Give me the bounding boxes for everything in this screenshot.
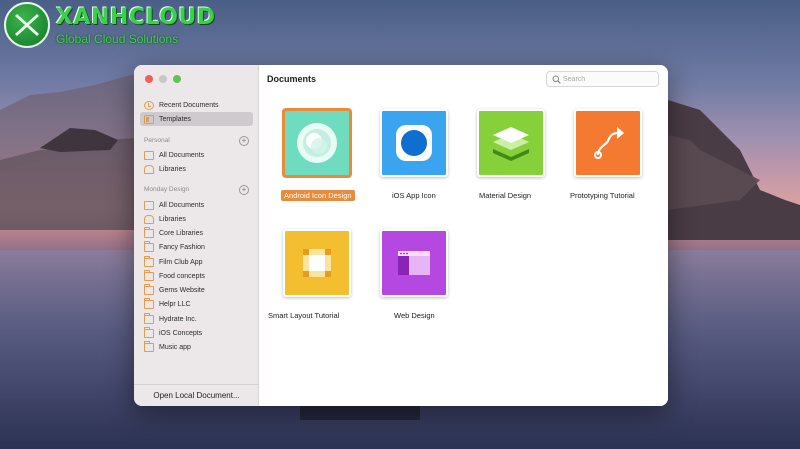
template-label: Material Design [479,191,532,200]
sidebar-item-ios-concepts[interactable]: iOS Concepts [140,326,253,340]
sidebar-item-film-club-app[interactable]: Film Club App [140,255,253,269]
layers-icon [493,127,529,161]
sidebar-item-hydrate-inc[interactable]: Hydrate Inc. [140,312,253,326]
sidebar-item-templates[interactable]: Templates [140,112,253,126]
smart-layout-icon [303,249,331,277]
folder-icon [144,226,154,238]
android-icon-icon [297,123,337,163]
library-icon [144,164,154,174]
sidebar-item-label: Recent Documents [159,101,219,109]
template-label: iOS App Icon [392,191,436,200]
template-tile-web-design[interactable]: Web Design [368,227,460,327]
sidebar-item-label: All Documents [159,201,205,209]
documents-window: Recent Documents Templates Personal + Al… [134,65,668,406]
folder-icon [144,269,154,281]
android-icon-thumbnail [283,109,351,177]
folder-icon [144,255,154,267]
sidebar-item-label: iOS Concepts [159,329,203,337]
watermark-logo: XANHCLOUD Global Cloud Solutions [4,2,216,48]
prototyping-thumbnail [574,109,642,177]
clock-icon [144,100,154,110]
prototype-link-icon [594,127,624,159]
sidebar-item-label: Libraries [159,165,186,173]
ios-icon-icon [396,125,432,161]
minimize-window-button[interactable] [159,75,167,83]
folder-icon [144,326,154,338]
sidebar-item-label: Hydrate Inc. [159,315,197,323]
section-label-monday-design: Monday Design [144,186,190,193]
sidebar-item-label: All Documents [159,151,205,159]
open-local-document-button[interactable]: Open Local Document... [134,384,259,406]
sidebar-item-label: Helpr LLC [159,300,191,308]
sidebar-item-music-app[interactable]: Music app [140,340,253,354]
sidebar-item-core-libraries[interactable]: Core Libraries [140,226,253,240]
sidebar: Recent Documents Templates Personal + Al… [134,65,259,406]
sidebar-item-food-concepts[interactable]: Food concepts [140,269,253,283]
window-controls [145,75,181,83]
web-design-thumbnail [380,229,448,297]
sidebar-item-gems-website[interactable]: Gems Website [140,283,253,297]
sidebar-item-label: Gems Website [159,286,205,294]
watermark-title: XANHCLOUD [56,5,216,30]
documents-icon [144,200,154,210]
template-tile-android-icon-design[interactable]: Android Icon Design [271,107,363,207]
watermark-subtitle: Global Cloud Solutions [56,32,179,46]
sidebar-item-personal-all-documents[interactable]: All Documents [140,148,253,162]
add-team-button[interactable]: + [239,185,249,195]
sidebar-item-helpr-llc[interactable]: Helpr LLC [140,297,253,311]
template-label: Prototyping Tutorial [570,191,635,200]
search-icon [552,75,561,84]
sidebar-item-label: Film Club App [159,258,203,266]
sidebar-item-label: Libraries [159,215,186,223]
template-tile-ios-app-icon[interactable]: iOS App Icon [368,107,460,207]
browser-window-icon [398,251,430,275]
sidebar-item-label: Templates [159,115,191,123]
search-input[interactable] [563,73,655,85]
add-personal-button[interactable]: + [239,136,249,146]
maximize-window-button[interactable] [173,75,181,83]
folder-icon [144,240,154,252]
sidebar-item-label: Music app [159,343,191,351]
sidebar-item-label: Food concepts [159,272,205,280]
folder-icon [144,340,154,352]
sidebar-item-recent-documents[interactable]: Recent Documents [140,98,253,112]
sidebar-item-label: Core Libraries [159,229,203,237]
ios-app-icon-thumbnail [380,109,448,177]
main-panel: Documents Android Icon Design [259,65,668,406]
folder-icon [144,312,154,324]
template-tile-prototyping-tutorial[interactable]: Prototyping Tutorial [562,107,654,207]
documents-icon [144,150,154,160]
section-label-personal: Personal [144,137,170,144]
smart-layout-thumbnail [283,229,351,297]
sidebar-item-fancy-fashion[interactable]: Fancy Fashion [140,240,253,254]
sidebar-item-team-libraries[interactable]: Libraries [140,212,253,226]
sidebar-item-team-all-documents[interactable]: All Documents [140,198,253,212]
template-label: Smart Layout Tutorial [268,311,340,320]
x-logo-icon [4,2,50,48]
template-icon [144,114,154,124]
template-tile-material-design[interactable]: Material Design [465,107,557,207]
folder-icon [144,283,154,295]
sidebar-item-label: Fancy Fashion [159,243,205,251]
template-label: Web Design [394,311,435,320]
template-tile-smart-layout-tutorial[interactable]: Smart Layout Tutorial [268,227,363,327]
search-box[interactable] [546,71,659,87]
folder-icon [144,297,154,309]
template-label: Android Icon Design [281,190,355,201]
close-window-button[interactable] [145,75,153,83]
library-icon [144,214,154,224]
material-design-thumbnail [477,109,545,177]
sidebar-item-personal-libraries[interactable]: Libraries [140,162,253,176]
page-title: Documents [267,74,317,84]
